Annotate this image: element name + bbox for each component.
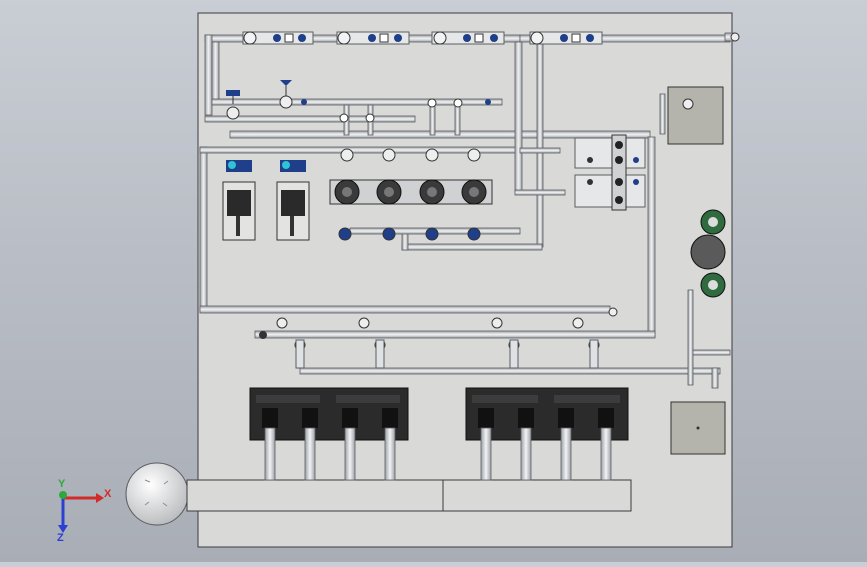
pump-outlet-valve-2[interactable] bbox=[382, 227, 396, 241]
pump-inlet-valve-2[interactable] bbox=[382, 148, 396, 162]
small-valve-1[interactable] bbox=[339, 113, 349, 123]
pump-inlet-valve-4[interactable] bbox=[467, 148, 481, 162]
triad-y-axis bbox=[59, 491, 67, 499]
pump-outlet-valve-4[interactable] bbox=[467, 227, 481, 241]
valve-assembly-1[interactable] bbox=[242, 31, 314, 45]
coordinate-triad[interactable]: X Y Z bbox=[57, 478, 112, 544]
lower-reservoir-box[interactable] bbox=[670, 401, 726, 455]
upper-reservoir-box[interactable] bbox=[667, 86, 724, 145]
pump-1[interactable] bbox=[334, 179, 360, 205]
small-valve-5[interactable] bbox=[485, 99, 491, 105]
pump-2[interactable] bbox=[376, 179, 402, 205]
header-end-valve[interactable] bbox=[608, 307, 618, 317]
small-valve-2[interactable] bbox=[365, 113, 375, 123]
triad-z-label: Z bbox=[57, 532, 64, 544]
valve-assembly-3[interactable] bbox=[431, 31, 505, 45]
valve-assembly-4[interactable] bbox=[529, 31, 603, 45]
triad-y-label: Y bbox=[58, 478, 66, 490]
pump-outlet-valve-1[interactable] bbox=[338, 227, 352, 241]
cylinder-actuator-left[interactable] bbox=[222, 160, 256, 241]
pump-3[interactable] bbox=[419, 179, 445, 205]
small-valve-4[interactable] bbox=[453, 98, 463, 108]
end-cap-fitting bbox=[730, 32, 740, 42]
title-block bbox=[186, 479, 632, 512]
triad-x-label: X bbox=[104, 488, 112, 500]
cad-viewport[interactable]: X Y Z bbox=[0, 0, 867, 562]
cylinder-actuator-right[interactable] bbox=[276, 160, 310, 241]
pump-4[interactable] bbox=[461, 179, 487, 205]
assembly-drawing[interactable]: X Y Z bbox=[0, 0, 867, 562]
small-valve-3[interactable] bbox=[427, 98, 437, 108]
spherical-tank[interactable] bbox=[125, 462, 189, 526]
valve-assembly-2[interactable] bbox=[336, 31, 410, 45]
pump-inlet-valve-1[interactable] bbox=[340, 148, 354, 162]
pump-outlet-valve-3[interactable] bbox=[425, 227, 439, 241]
pump-inlet-valve-3[interactable] bbox=[425, 148, 439, 162]
drain-valve[interactable] bbox=[259, 331, 267, 339]
